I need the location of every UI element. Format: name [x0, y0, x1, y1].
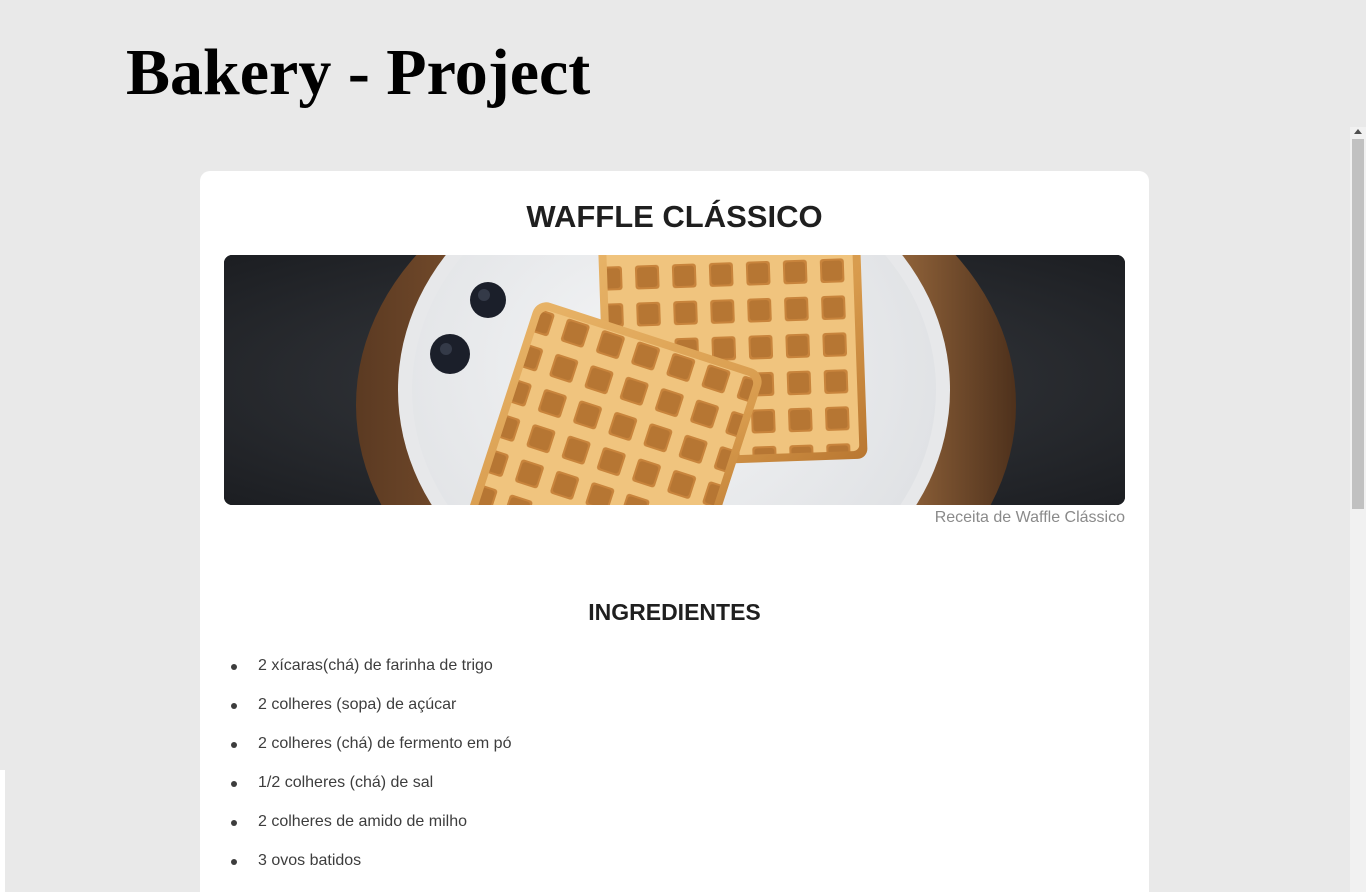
ingredients-heading: INGREDIENTES [588, 599, 761, 625]
content-scroll-area[interactable]: WAFFLE CLÁSSICO Receita de Waffle Clássi… [0, 127, 1350, 892]
ingredient-item: 2 colheres de amido de milho [230, 811, 511, 850]
vertical-scrollbar[interactable] [1350, 127, 1366, 892]
recipe-image [224, 255, 1125, 505]
ingredient-item: 2 colheres (sopa) de açúcar [230, 694, 511, 733]
ingredients-list: 2 xícaras(chá) de farinha de trigo 2 col… [230, 655, 511, 889]
recipe-title: WAFFLE CLÁSSICO [526, 199, 823, 234]
site-title: Bakery - Project [126, 36, 591, 109]
recipe-card: WAFFLE CLÁSSICO Receita de Waffle Clássi… [200, 171, 1149, 892]
waffle-photo-illustration [224, 255, 1125, 505]
ingredient-item: 2 xícaras(chá) de farinha de trigo [230, 655, 511, 694]
ingredient-item: 2 colheres (chá) de fermento em pó [230, 733, 511, 772]
image-caption: Receita de Waffle Clássico [934, 509, 1125, 526]
ingredient-item: 1/2 colheres (chá) de sal [230, 772, 511, 811]
scrollbar-thumb[interactable] [1352, 139, 1364, 509]
ingredient-item: 3 ovos batidos [230, 850, 511, 889]
scroll-up-arrow-icon[interactable] [1354, 129, 1362, 134]
